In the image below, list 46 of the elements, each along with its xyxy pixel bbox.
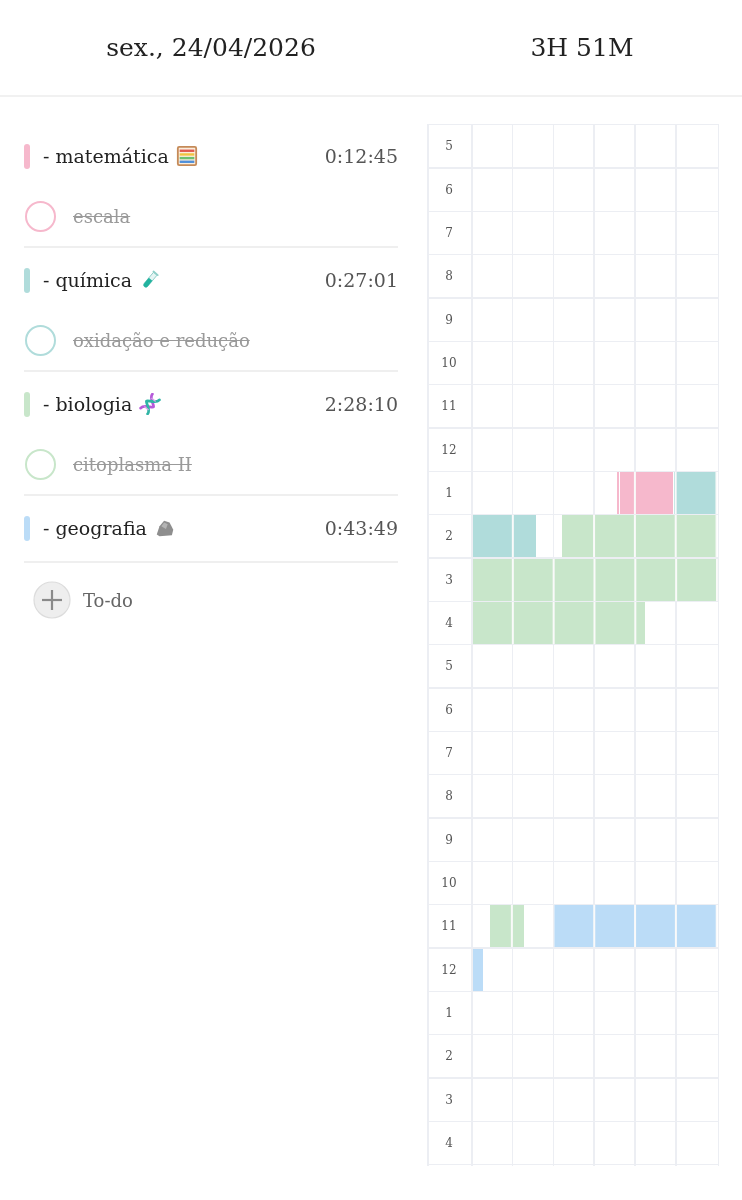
subject-time: 0:43:49 xyxy=(324,517,398,539)
hour-label: 5 xyxy=(445,139,453,154)
add-todo-button[interactable]: To-do xyxy=(33,581,133,619)
subject-name: - química xyxy=(43,269,132,291)
hour-label: 7 xyxy=(445,226,453,241)
hour-label: 2 xyxy=(445,1049,453,1064)
hour-label: 10 xyxy=(441,356,457,371)
hour-label: 8 xyxy=(445,789,453,804)
hour-label: 12 xyxy=(441,962,457,977)
hour-label: 11 xyxy=(441,399,457,414)
hour-label: 4 xyxy=(445,616,453,630)
hour-label: 11 xyxy=(441,919,457,934)
abacus-icon xyxy=(175,145,198,167)
hour-label: 9 xyxy=(445,312,453,327)
subject-time: 0:12:45 xyxy=(324,145,398,167)
hour-label: 9 xyxy=(445,832,453,847)
hour-label: 1 xyxy=(445,1005,453,1020)
hour-label: 3 xyxy=(445,1092,453,1107)
hour-label: 5 xyxy=(445,659,453,674)
hour-label: 3 xyxy=(445,572,453,587)
plus-icon xyxy=(33,581,71,619)
task-label: citoplasma II xyxy=(73,454,192,475)
subject-name: - biologia xyxy=(43,393,133,415)
hour-label: 12 xyxy=(441,442,457,457)
study-block xyxy=(472,948,483,991)
task-label: oxidação e redução xyxy=(73,330,250,351)
hour-label: 7 xyxy=(445,746,453,760)
task-checkbox[interactable] xyxy=(25,325,56,356)
total-time: 3H 51M xyxy=(530,33,634,62)
hour-label: 2 xyxy=(445,529,453,544)
subject-time: 0:27:01 xyxy=(324,269,398,291)
subject-name: - geografia xyxy=(43,517,147,539)
hour-label: 10 xyxy=(441,876,457,890)
subject-name: - matemática xyxy=(43,145,169,167)
subject-time: 2:28:10 xyxy=(324,393,398,415)
hour-label: 1 xyxy=(445,486,453,501)
hour-label: 8 xyxy=(445,269,453,284)
dna-icon xyxy=(139,393,162,415)
hour-label: 6 xyxy=(445,182,453,197)
task-checkbox[interactable] xyxy=(25,449,56,480)
study-block xyxy=(490,905,525,948)
task-label: escala xyxy=(73,206,131,227)
hour-label: 4 xyxy=(445,1135,453,1150)
task-checkbox[interactable] xyxy=(25,201,56,232)
hour-label: 6 xyxy=(445,702,453,717)
date-label: sex., 24/04/2026 xyxy=(106,33,316,62)
